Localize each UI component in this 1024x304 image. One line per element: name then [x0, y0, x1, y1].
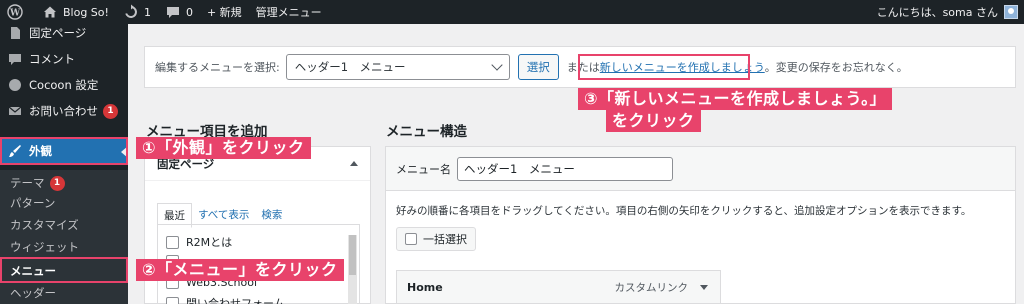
comment-icon: [9, 54, 21, 65]
page-icon: [11, 27, 20, 39]
create-menu-link[interactable]: 新しいメニューを作成しましょう: [600, 59, 765, 75]
or-text: または: [566, 61, 600, 74]
page-checkbox[interactable]: [166, 235, 179, 249]
callout-step-1: ①「外観」をクリック: [136, 137, 311, 159]
refresh-icon: [125, 4, 137, 18]
chevron-down-icon: [491, 59, 503, 71]
callout-step-3-line2: をクリック: [606, 110, 701, 132]
menu-item-home[interactable]: Home カスタムリンク: [396, 270, 721, 304]
svg-text:W: W: [9, 9, 21, 19]
comments-count: 0: [185, 5, 193, 19]
greeting: こんにちは、soma さん: [876, 6, 998, 19]
admin-menu-link[interactable]: 管理メニュー: [249, 0, 329, 24]
admin-bar: W Blog So! 1 0 + 新規 管理メニュー こんにちは、soma さん: [0, 0, 1024, 24]
appearance-submenu: テーマ 1 パターン カスタマイズ ウィジェット メニュー ヘッダー: [0, 170, 128, 304]
updates-count: 1: [143, 5, 151, 19]
sidebar-item-label: Cocoon 設定: [29, 78, 99, 92]
list-item[interactable]: R2Mとは: [166, 234, 232, 250]
sidebar-item-contact[interactable]: お問い合わせ 1: [0, 98, 128, 124]
drag-instructions: 好みの順番に各項目をドラッグしてください。項目の右側の矢印をクリックすると、追加…: [396, 205, 972, 217]
menu-name-input[interactable]: ヘッダー1 メニュー: [457, 156, 673, 181]
callout-step-3-line1: ③「新しいメニューを作成しましょう。」: [578, 88, 893, 110]
menu-select-dropdown[interactable]: ヘッダー1 メニュー: [285, 54, 510, 80]
submenu-item-menus[interactable]: メニュー: [0, 260, 128, 282]
admin-sidebar: 固定ページ コメント Cocoon 設定 お問い合わせ 1 外観 テーマ 1 パ…: [0, 24, 128, 304]
submenu-item-label: ヘッダー: [10, 286, 56, 300]
notification-badge: 1: [103, 103, 118, 119]
submenu-item-label: テーマ: [10, 176, 45, 190]
save-reminder: 。変更の保存をお忘れなく。: [764, 61, 908, 74]
sidebar-item-label: お問い合わせ: [29, 104, 98, 118]
list-scrollbar[interactable]: [348, 235, 357, 304]
select-button[interactable]: 選択: [517, 54, 559, 80]
new-label: + 新規: [206, 6, 242, 19]
admin-menu-label: 管理メニュー: [255, 6, 322, 19]
menu-structure-panel: メニュー名 ヘッダー1 メニュー 好みの順番に各項目をドラッグしてください。項目…: [385, 146, 1016, 304]
menu-name-row: メニュー名 ヘッダー1 メニュー: [386, 147, 1015, 191]
page-checkbox[interactable]: [166, 296, 179, 304]
submenu-item-patterns[interactable]: パターン: [0, 192, 128, 214]
list-item[interactable]: 問い合わせフォーム: [166, 295, 285, 304]
paintbrush-icon: [9, 145, 21, 157]
avatar: [1004, 5, 1018, 19]
bulk-select-button[interactable]: 一括選択: [396, 227, 476, 251]
comment-icon: [166, 7, 179, 18]
menu-select-bar: 編集するメニューを選択: ヘッダー1 メニュー 選択 または 新しいメニューを作…: [144, 46, 1016, 88]
submenu-item-label: パターン: [10, 196, 56, 210]
site-name: Blog So!: [63, 5, 109, 19]
submenu-item-label: ウィジェット: [10, 240, 79, 254]
home-icon: [44, 6, 56, 18]
submenu-item-header[interactable]: ヘッダー: [0, 282, 128, 304]
sidebar-item-cocoon[interactable]: Cocoon 設定: [0, 72, 128, 98]
sidebar-item-comments[interactable]: コメント: [0, 46, 128, 72]
page-label: 問い合わせフォーム: [186, 297, 285, 304]
sidebar-item-label: コメント: [29, 52, 75, 66]
menu-item-type: カスタムリンク: [614, 281, 689, 294]
collapse-arrow-icon: [350, 161, 358, 166]
wordpress-icon: W: [7, 4, 23, 20]
submenu-item-label: カスタマイズ: [10, 218, 79, 232]
callout-step-2: ②「メニュー」をクリック: [136, 259, 344, 281]
menu-select-value: ヘッダー1 メニュー: [294, 60, 406, 74]
sidebar-item-pages[interactable]: 固定ページ: [0, 20, 128, 46]
notification-badge: 1: [49, 175, 65, 191]
sidebar-item-appearance[interactable]: 外観: [0, 138, 128, 164]
menu-item-title: Home: [407, 280, 443, 294]
submenu-item-customize[interactable]: カスタマイズ: [0, 214, 128, 236]
page-label: R2Mとは: [186, 236, 233, 249]
cocoon-icon: [9, 79, 21, 91]
expand-arrow-icon[interactable]: [700, 285, 708, 290]
new-content-link[interactable]: + 新規: [200, 0, 249, 24]
sidebar-item-label: 外観: [29, 144, 52, 158]
menu-structure-heading: メニュー構造: [386, 124, 467, 140]
submenu-item-widgets[interactable]: ウィジェット: [0, 236, 128, 258]
mail-icon: [8, 106, 22, 115]
submenu-item-label: メニュー: [10, 264, 56, 278]
comments-link[interactable]: 0: [158, 0, 200, 24]
bulk-select-checkbox[interactable]: [405, 233, 417, 245]
account-menu[interactable]: こんにちは、soma さん: [877, 4, 1024, 20]
bulk-select-label: 一括選択: [423, 233, 467, 246]
menu-select-label: 編集するメニューを選択:: [155, 61, 280, 74]
submenu-item-themes[interactable]: テーマ 1: [0, 172, 128, 194]
sidebar-item-label: 固定ページ: [29, 26, 87, 40]
menu-name-label: メニュー名: [396, 162, 451, 176]
